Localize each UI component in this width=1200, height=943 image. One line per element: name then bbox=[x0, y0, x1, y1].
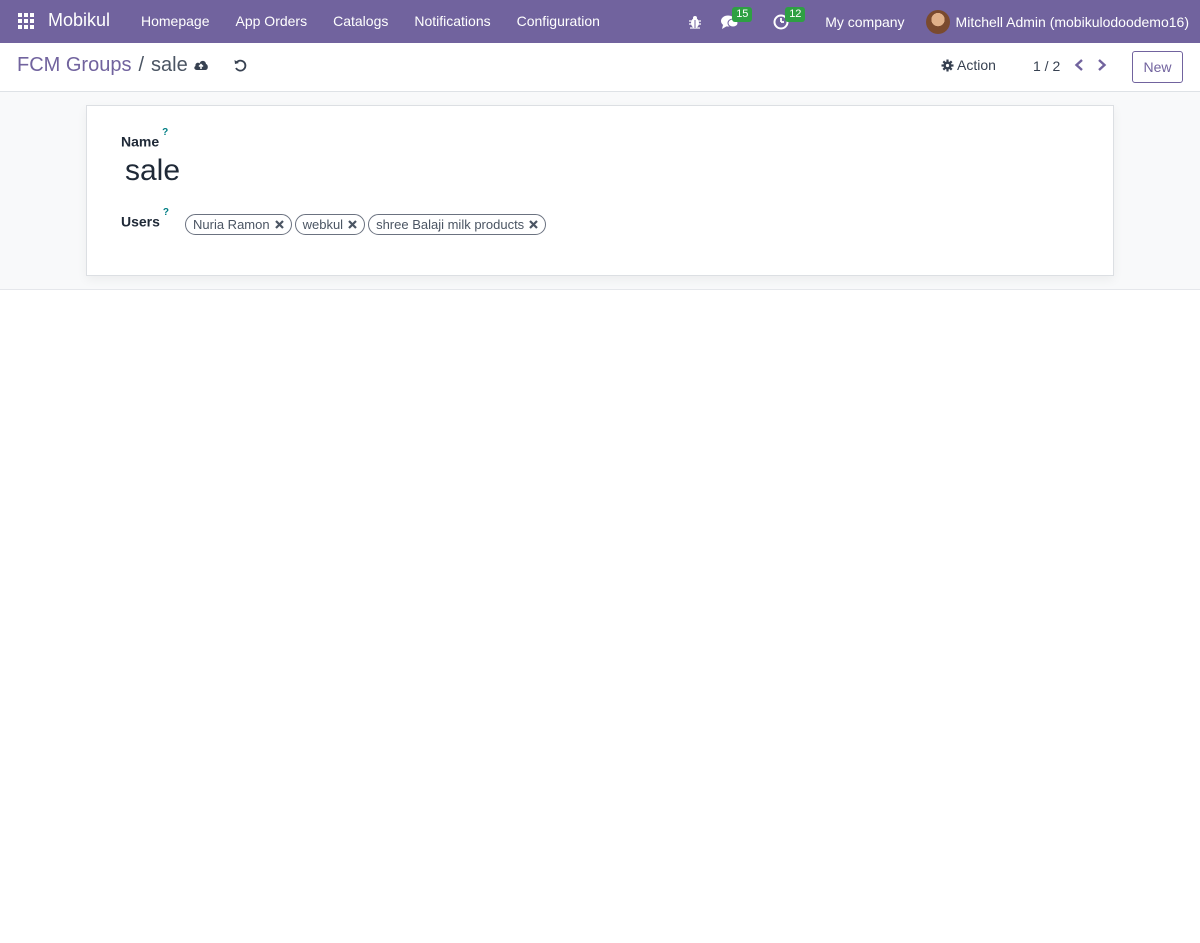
top-navbar: Mobikul Homepage App Orders Catalogs Not… bbox=[0, 0, 1200, 43]
menu-item-notifications[interactable]: Notifications bbox=[401, 0, 503, 43]
chevron-right-icon bbox=[1098, 59, 1107, 71]
name-help-tooltip[interactable]: ? bbox=[162, 127, 168, 138]
menu-item-homepage[interactable]: Homepage bbox=[128, 0, 223, 43]
remove-tag-icon[interactable] bbox=[348, 220, 357, 229]
user-tag: shree Balaji milk products bbox=[368, 214, 547, 235]
app-brand[interactable]: Mobikul bbox=[48, 10, 110, 31]
pager-value[interactable]: 1 / 2 bbox=[1033, 58, 1060, 74]
form-sheet: Name? sale Users? Nuria Ramon webkul shr… bbox=[86, 105, 1114, 276]
form-view: Name? sale Users? Nuria Ramon webkul shr… bbox=[0, 92, 1200, 290]
user-tag-label: webkul bbox=[302, 217, 344, 232]
action-menu-button[interactable]: Action bbox=[941, 57, 996, 73]
undo-icon bbox=[234, 59, 247, 72]
bug-icon bbox=[689, 15, 702, 29]
breadcrumb-separator: / bbox=[138, 54, 145, 76]
messaging-button[interactable]: 15 bbox=[720, 6, 753, 30]
avatar bbox=[925, 9, 950, 34]
activities-badge: 12 bbox=[785, 6, 806, 22]
remove-tag-icon[interactable] bbox=[529, 220, 538, 229]
name-field-label: Name? bbox=[121, 127, 168, 150]
main-menu: Homepage App Orders Catalogs Notificatio… bbox=[128, 0, 613, 43]
company-switcher[interactable]: My company bbox=[825, 14, 904, 30]
apps-grid-icon[interactable] bbox=[18, 13, 34, 29]
cloud-upload-icon bbox=[194, 60, 208, 70]
menu-item-app-orders[interactable]: App Orders bbox=[223, 0, 321, 43]
control-panel: FCM Groups / sale Action 1 / 2 New bbox=[0, 43, 1200, 92]
user-name: Mitchell Admin (mobikulodoodemo16) bbox=[955, 13, 1189, 30]
gear-icon bbox=[941, 59, 954, 71]
discard-button[interactable] bbox=[233, 58, 247, 75]
user-tag-label: Nuria Ramon bbox=[193, 217, 270, 232]
menu-item-configuration[interactable]: Configuration bbox=[504, 0, 613, 43]
debug-button[interactable] bbox=[688, 15, 702, 29]
name-field-input[interactable]: sale bbox=[125, 154, 180, 188]
chevron-left-icon bbox=[1074, 59, 1083, 71]
messages-badge: 15 bbox=[732, 6, 753, 22]
users-help-tooltip[interactable]: ? bbox=[163, 207, 169, 218]
action-label: Action bbox=[957, 57, 996, 73]
name-label-text: Name bbox=[121, 133, 160, 150]
systray: 15 12 My company Mitchell Admin (mobikul… bbox=[688, 0, 1200, 43]
user-tag: webkul bbox=[294, 214, 366, 235]
activities-button[interactable]: 12 bbox=[773, 6, 806, 30]
users-many2many-tags[interactable]: Nuria Ramon webkul shree Balaji milk pro… bbox=[185, 214, 549, 235]
users-field-label: Users? bbox=[121, 207, 169, 230]
user-tag: Nuria Ramon bbox=[185, 214, 292, 235]
breadcrumb-current: sale bbox=[151, 54, 188, 76]
menu-item-catalogs[interactable]: Catalogs bbox=[320, 0, 401, 43]
pager-next-button[interactable] bbox=[1096, 58, 1108, 75]
user-tag-label: shree Balaji milk products bbox=[376, 217, 525, 232]
breadcrumb-parent-link[interactable]: FCM Groups bbox=[17, 54, 131, 77]
new-record-button[interactable]: New bbox=[1132, 51, 1183, 83]
remove-tag-icon[interactable] bbox=[274, 220, 284, 229]
breadcrumb: FCM Groups / sale bbox=[17, 54, 188, 77]
pager-previous-button[interactable] bbox=[1073, 58, 1085, 75]
users-label-text: Users bbox=[121, 213, 160, 230]
user-menu[interactable]: Mitchell Admin (mobikulodoodemo16) bbox=[925, 9, 1189, 34]
save-button[interactable] bbox=[193, 58, 209, 75]
